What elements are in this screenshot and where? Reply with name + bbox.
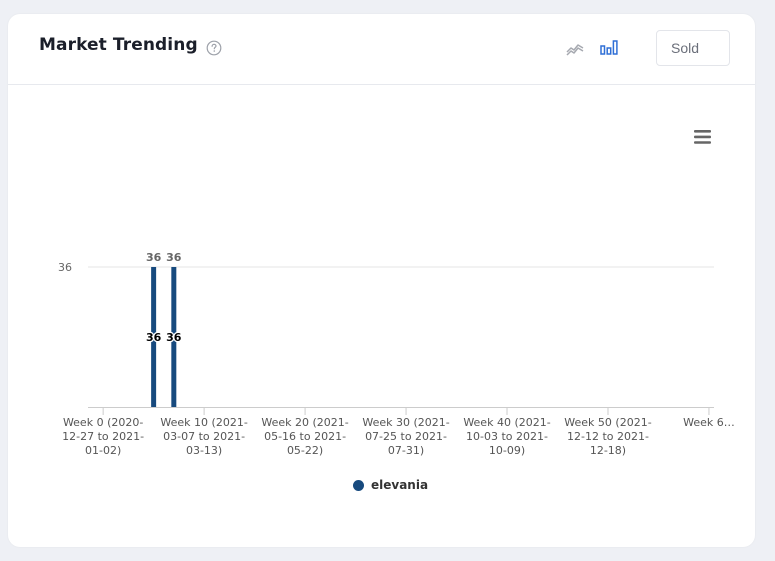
bar-inner-label: 36	[166, 331, 182, 344]
x-tick-label: Week 30 (2021-07-25 to 2021-07-31)	[362, 416, 449, 457]
x-tick-label: Week 10 (2021-03-07 to 2021-03-13)	[160, 416, 247, 457]
bar-top-label: 36	[166, 251, 182, 264]
bar-top-label: 36	[146, 251, 162, 264]
bar-chart: 36 Week 0 (2020-12-27 to 2021-01-02) Week …	[58, 251, 735, 457]
legend-label: elevania	[371, 478, 429, 492]
bar-inner-label: 36	[146, 331, 162, 344]
x-tick-label: Week 0 (2020-12-27 to 2021-01-02)	[62, 416, 144, 457]
x-tick-label: Week 20 (2021-05-16 to 2021-05-22)	[261, 416, 348, 457]
market-trending-card: Market Trending Sold 36 Week 0 (2020-12-2…	[8, 14, 755, 547]
legend-marker	[353, 480, 364, 491]
x-tick-label: Week 6…	[683, 416, 735, 429]
x-tick-label: Week 40 (2021-10-03 to 2021-10-09)	[463, 416, 550, 457]
y-tick-label: 36	[58, 261, 72, 274]
x-tick-label: Week 50 (2021-12-12 to 2021-12-18)	[564, 416, 651, 457]
